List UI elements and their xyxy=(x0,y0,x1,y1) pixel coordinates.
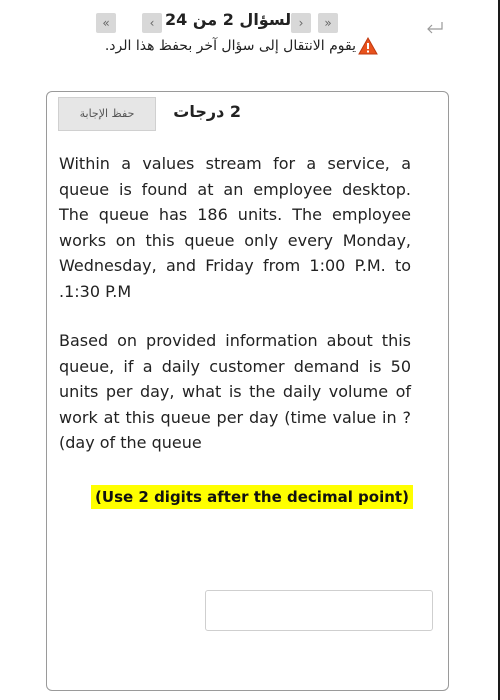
answer-input[interactable] xyxy=(205,590,433,631)
double-chevron-right-icon: » xyxy=(324,16,332,30)
warning-text: يقوم الانتقال إلى سؤال آخر بحفظ هذا الرد… xyxy=(104,38,356,54)
save-answer-button[interactable]: حفظ الإجابة xyxy=(58,97,156,131)
instruction-highlight: (Use 2 digits after the decimal point) xyxy=(91,485,413,509)
chevron-right-icon: › xyxy=(298,16,304,30)
last-question-button[interactable]: » xyxy=(318,13,338,33)
first-question-button[interactable]: « xyxy=(96,13,116,33)
question-paragraph-2: Based on provided information about this… xyxy=(59,331,411,453)
question-counter: السؤال 2 من 24 xyxy=(165,10,297,29)
warning-triangle-icon xyxy=(358,37,378,55)
chevron-left-icon: ‹ xyxy=(149,16,155,30)
save-warning: يقوم الانتقال إلى سؤال آخر بحفظ هذا الرد… xyxy=(78,36,378,60)
question-card: حفظ الإجابة 2 درجات Within a values stre… xyxy=(46,91,449,691)
return-arrow-icon[interactable] xyxy=(424,20,444,40)
double-chevron-left-icon: « xyxy=(102,16,110,30)
next-question-button[interactable]: › xyxy=(291,13,311,33)
points-label: 2 درجات xyxy=(173,102,241,121)
previous-question-button[interactable]: ‹ xyxy=(142,13,162,33)
card-header: حفظ الإجابة 2 درجات xyxy=(47,92,448,137)
question-paragraph-1: Within a values stream for a service, a … xyxy=(59,154,411,301)
